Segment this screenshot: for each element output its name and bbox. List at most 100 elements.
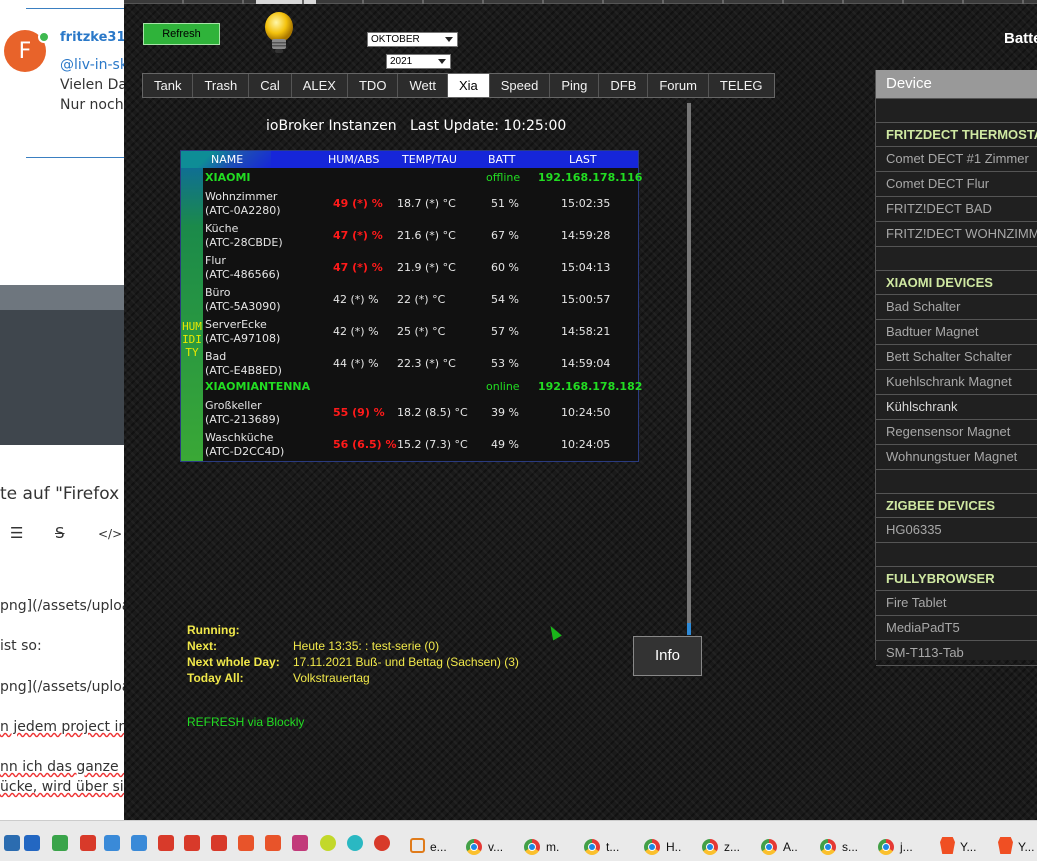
year-select-value: 2021 <box>390 56 413 67</box>
battery-value: 53 % <box>491 357 519 370</box>
device-item[interactable]: Wohnungstuer Magnet <box>876 444 1037 469</box>
raspberry-icon[interactable] <box>374 835 390 851</box>
device-item[interactable]: SM-T113-Tab <box>876 640 1037 665</box>
app-icon[interactable] <box>24 835 40 851</box>
brave-icon[interactable] <box>940 837 955 854</box>
sensor-id: (ATC-D2CC4D) <box>205 445 285 458</box>
app-icon[interactable] <box>184 835 200 851</box>
device-item[interactable]: Bett Schalter Schalter <box>876 344 1037 369</box>
app-icon[interactable] <box>347 835 363 851</box>
app-icon[interactable] <box>80 835 96 851</box>
tab-tank[interactable]: Tank <box>143 74 194 97</box>
sensor-id: (ATC-5A3090) <box>205 300 281 313</box>
device-item[interactable]: Comet DECT Flur <box>876 171 1037 196</box>
month-select[interactable]: OKTOBER <box>367 32 458 47</box>
app-icon[interactable] <box>131 835 147 851</box>
list-icon[interactable]: ☰ <box>10 524 23 542</box>
editor-line: nn ich das ganze üb <box>0 759 124 775</box>
app-icon[interactable] <box>52 835 68 851</box>
battery-value: 57 % <box>491 325 519 338</box>
chrome-icon[interactable] <box>761 839 777 855</box>
calendar-icon[interactable] <box>265 835 281 851</box>
battery-value: 39 % <box>491 406 519 419</box>
device-item[interactable]: HG06335 <box>876 517 1037 542</box>
mention-link[interactable]: @liv-in-sky <box>60 57 124 73</box>
chrome-icon[interactable] <box>584 839 600 855</box>
chevron-down-icon <box>438 59 446 64</box>
device-item[interactable]: Kühlschrank <box>876 394 1037 419</box>
code-icon[interactable]: </> <box>98 527 122 541</box>
mail-icon[interactable] <box>410 838 425 853</box>
chrome-icon[interactable] <box>644 839 660 855</box>
tab-ping[interactable]: Ping <box>550 74 600 97</box>
app-icon[interactable] <box>320 835 336 851</box>
device-item[interactable]: Comet DECT #1 Zimmer <box>876 146 1037 171</box>
tab-xia[interactable]: Xia <box>447 74 490 97</box>
scroll-thumb[interactable] <box>687 623 691 635</box>
device-item[interactable]: Bad Schalter <box>876 294 1037 319</box>
sensor-name: Bad (ATC-E4B8ED) <box>205 350 282 378</box>
taskbar-item[interactable]: s... <box>842 840 858 854</box>
tab-trash[interactable]: Trash <box>193 74 250 97</box>
running-label: Running: <box>187 623 240 637</box>
sensor-label: Wohnzimmer <box>205 190 278 203</box>
start-icon[interactable] <box>4 835 20 851</box>
tab-wett[interactable]: Wett <box>398 74 448 97</box>
sensor-id: (ATC-A97108) <box>205 332 281 345</box>
strikethrough-icon[interactable]: S <box>55 524 65 542</box>
scroll-track[interactable] <box>687 103 691 633</box>
battery-value: 51 % <box>491 197 519 210</box>
tab-bar: Tank Trash Cal ALEX TDO Wett Xia Speed Ping DFB Fo… <box>142 73 775 98</box>
chrome-icon[interactable] <box>878 839 894 855</box>
device-item[interactable]: MediaPadT5 <box>876 615 1037 640</box>
tab-cal[interactable]: Cal <box>249 74 292 97</box>
device-category: FRITZDECT THERMOSTAT <box>876 122 1037 146</box>
device-item[interactable]: Fire Tablet <box>876 590 1037 615</box>
tab-tdo[interactable]: TDO <box>347 74 399 97</box>
taskbar-item[interactable]: Y... <box>1018 840 1034 854</box>
taskbar-item[interactable]: e... <box>430 840 447 854</box>
post-text-line2: Nur noch <box>60 97 124 113</box>
taskbar-item[interactable]: v... <box>488 840 503 854</box>
taskbar: e... v... m. t... H.. z... A.. s... j... Y... Y... <box>0 820 1037 861</box>
device-item[interactable]: FRITZ!DECT WOHNZIMMER <box>876 221 1037 246</box>
taskbar-item[interactable]: z... <box>724 840 740 854</box>
group-name: XIAOMI <box>205 171 251 184</box>
today-label: Today All: <box>187 671 244 685</box>
chrome-icon[interactable] <box>466 839 482 855</box>
lightbulb-icon[interactable] <box>262 10 296 58</box>
temperature-value: 15.2 (7.3) °C <box>397 438 468 451</box>
device-item[interactable]: Regensensor Magnet <box>876 419 1037 444</box>
brave-icon[interactable] <box>998 837 1013 854</box>
separator <box>876 98 1037 122</box>
year-select[interactable]: 2021 <box>386 54 451 69</box>
app-icon[interactable] <box>158 835 174 851</box>
taskbar-item[interactable]: A.. <box>783 840 798 854</box>
app-icon[interactable] <box>104 835 120 851</box>
sensor-label: ServerEcke <box>205 318 267 331</box>
app-icon[interactable] <box>211 835 227 851</box>
taskbar-item[interactable]: t... <box>606 840 619 854</box>
taskbar-item[interactable]: Y... <box>960 840 976 854</box>
refresh-button[interactable]: Refresh <box>143 23 220 45</box>
tab-speed[interactable]: Speed <box>489 74 551 97</box>
tab-dfb[interactable]: DFB <box>599 74 649 97</box>
device-item[interactable]: Badtuer Magnet <box>876 319 1037 344</box>
device-item[interactable]: FRITZ!DECT BAD <box>876 196 1037 221</box>
post-author[interactable]: fritzke316 <box>60 30 124 45</box>
chrome-icon[interactable] <box>524 839 540 855</box>
taskbar-item[interactable]: H.. <box>666 840 681 854</box>
device-item[interactable]: Kuehlschrank Magnet <box>876 369 1037 394</box>
app-icon[interactable] <box>292 835 308 851</box>
tab-teleg[interactable]: TELEG <box>708 74 774 97</box>
last-seen-value: 10:24:05 <box>561 438 611 451</box>
taskbar-item[interactable]: m. <box>546 840 559 854</box>
tab-alex[interactable]: ALEX <box>291 74 348 97</box>
taskbar-item[interactable]: j... <box>900 840 913 854</box>
chrome-icon[interactable] <box>702 839 718 855</box>
tab-forum[interactable]: Forum <box>648 74 709 97</box>
chrome-icon[interactable] <box>820 839 836 855</box>
group-status: online <box>486 380 520 393</box>
app-icon[interactable] <box>238 835 254 851</box>
info-button[interactable]: Info <box>633 636 702 676</box>
